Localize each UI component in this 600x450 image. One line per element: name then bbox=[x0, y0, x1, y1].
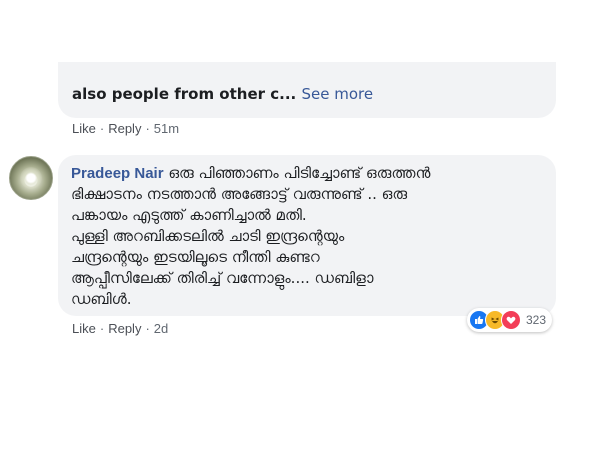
reply-link[interactable]: Reply bbox=[108, 321, 141, 336]
comment-line: Pradeep Nair ഒരു പിഞ്ഞാണം പിടിച്ചോണ്ട് ഒ… bbox=[71, 163, 541, 184]
author-name[interactable]: Pradeep Nair bbox=[71, 165, 164, 182]
separator: · bbox=[99, 121, 105, 136]
comment-line: ഡബിൾ. bbox=[71, 290, 132, 308]
comment-actions-2: Like · Reply · 2d bbox=[72, 321, 168, 336]
comment-line: പങ്കായം എടുത്ത് കാണിച്ചാൽ മതി. bbox=[71, 206, 307, 224]
separator: · bbox=[145, 121, 150, 136]
comment-bubble-1: also people from other c... See more bbox=[58, 62, 556, 118]
comment-line: ചന്ദ്രന്റെയും ഇടയിലൂടെ നീന്തി കുണ്ടറ bbox=[71, 248, 320, 266]
reaction-count: 323 bbox=[526, 313, 547, 327]
comment-text: also people from other c... See more bbox=[72, 85, 373, 103]
comment-content: Pradeep Nair ഒരു പിഞ്ഞാണം പിടിച്ചോണ്ട് ഒ… bbox=[71, 163, 541, 310]
separator: · bbox=[99, 321, 105, 336]
comment-text-truncated: also people from other c... bbox=[72, 85, 297, 103]
comment-line-text: ഒരു പിഞ്ഞാണം പിടിച്ചോണ്ട് ഒരുത്തൻ bbox=[168, 164, 431, 182]
comment-actions-1: Like · Reply · 51m bbox=[72, 121, 179, 136]
comment-timestamp[interactable]: 2d bbox=[154, 321, 168, 336]
separator: · bbox=[145, 321, 150, 336]
love-icon bbox=[501, 310, 521, 330]
reactions-summary[interactable]: 323 bbox=[467, 308, 553, 332]
comment-timestamp[interactable]: 51m bbox=[154, 121, 179, 136]
comment-line: ഭിക്ഷാടനം നടത്താൻ അങ്ങോട്ട് വരുന്നുണ്ട് … bbox=[71, 185, 408, 203]
like-link[interactable]: Like bbox=[72, 121, 96, 136]
comment-bubble-2: Pradeep Nair ഒരു പിഞ്ഞാണം പിടിച്ചോണ്ട് ഒ… bbox=[58, 155, 556, 316]
comment-line: പുള്ളി അറബിക്കടലിൽ ചാടി ഇന്ദ്രന്റെയും bbox=[71, 227, 345, 245]
see-more-link[interactable]: See more bbox=[301, 85, 373, 103]
reply-link[interactable]: Reply bbox=[108, 121, 141, 136]
comment-line: ആപ്പീസിലേക്ക് തിരിച്ച് വന്നോളും.... ഡബിള… bbox=[71, 269, 374, 287]
avatar[interactable] bbox=[9, 156, 53, 200]
like-link[interactable]: Like bbox=[72, 321, 96, 336]
